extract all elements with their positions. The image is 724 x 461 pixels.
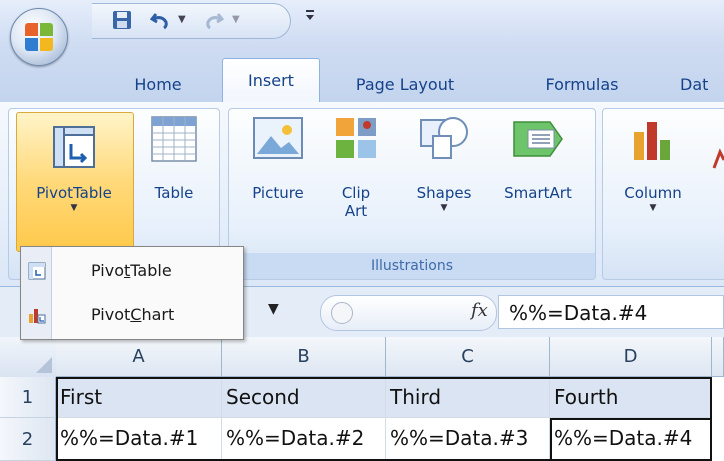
- picture-icon: [253, 117, 303, 159]
- cell-c2[interactable]: %%=Data.#3: [386, 418, 550, 461]
- column-header-d[interactable]: D: [550, 337, 712, 377]
- select-all-corner[interactable]: [0, 337, 57, 378]
- illustrations-group-label: Illustrations: [229, 253, 595, 279]
- formula-cancel-icon[interactable]: [331, 302, 353, 324]
- title-bar: ▼ ▼: [0, 0, 724, 44]
- column-dropdown-icon: ▼: [649, 203, 657, 213]
- smartart-icon: [513, 121, 563, 157]
- picture-label: Picture: [252, 184, 304, 202]
- clip-art-label-2: Art: [344, 202, 368, 220]
- picture-button[interactable]: Picture: [238, 114, 318, 202]
- column-chart-icon: [634, 122, 670, 160]
- shapes-dropdown-icon: ▼: [440, 203, 448, 213]
- shapes-icon: [420, 117, 468, 159]
- pivottable-icon: [53, 126, 95, 168]
- column-header-b[interactable]: B: [222, 337, 386, 377]
- tab-insert[interactable]: Insert: [222, 58, 320, 103]
- active-cell-border: [550, 418, 712, 461]
- column-header-a[interactable]: A: [56, 337, 222, 377]
- pivottable-label: PivotTable: [36, 184, 112, 202]
- cell-a2[interactable]: %%=Data.#1: [56, 418, 222, 461]
- clip-art-button[interactable]: Clip Art: [326, 114, 386, 220]
- undo-icon[interactable]: [149, 10, 172, 32]
- name-box-dropdown-icon[interactable]: ▼: [268, 301, 279, 317]
- ribbon-tabs: Home Insert Page Layout Formulas Dat: [0, 44, 724, 103]
- shapes-button[interactable]: Shapes ▼: [406, 114, 482, 214]
- table-icon: [151, 116, 197, 162]
- office-button[interactable]: [10, 8, 68, 66]
- table-label: Table: [154, 184, 194, 202]
- table-button[interactable]: Table: [138, 114, 210, 202]
- insert-function-button[interactable]: fx: [471, 300, 488, 321]
- column-chart-button[interactable]: Column ▼: [608, 114, 698, 214]
- cell-c1[interactable]: Third: [386, 377, 550, 418]
- line-chart-icon-partial[interactable]: [712, 140, 724, 180]
- formula-controls: fx: [320, 295, 497, 331]
- undo-dropdown-icon[interactable]: ▼: [178, 14, 186, 25]
- column-label: Column: [624, 184, 682, 202]
- save-icon[interactable]: [112, 10, 132, 32]
- pivottable-dropdown-menu: PivotTable PivotChart: [20, 246, 244, 340]
- office-logo-icon: [25, 23, 53, 51]
- cell-a1[interactable]: First: [56, 377, 222, 418]
- cell-d1[interactable]: Fourth: [550, 377, 712, 418]
- shapes-label: Shapes: [416, 184, 472, 202]
- menu-item-pivotchart[interactable]: PivotChart: [21, 297, 243, 333]
- menu-item-pivotchart-label: PivotChart: [91, 305, 175, 324]
- tab-formulas[interactable]: Formulas: [522, 68, 642, 102]
- tab-home[interactable]: Home: [118, 68, 198, 102]
- pivottable-dropdown-icon: ▼: [70, 203, 78, 213]
- column-header-e-partial[interactable]: [712, 337, 724, 377]
- menu-item-pivottable-label: PivotTable: [91, 261, 172, 280]
- tab-page-layout[interactable]: Page Layout: [330, 68, 480, 102]
- menu-item-pivottable[interactable]: PivotTable: [21, 253, 243, 289]
- formula-input[interactable]: %%=Data.#4: [498, 295, 724, 329]
- smartart-button[interactable]: SmartArt: [490, 114, 586, 202]
- quick-access-toolbar: ▼ ▼: [92, 3, 291, 39]
- cell-b2[interactable]: %%=Data.#2: [222, 418, 386, 461]
- row-header-1[interactable]: 1: [0, 377, 56, 418]
- clip-art-icon: [336, 118, 376, 158]
- customize-qat-icon[interactable]: [304, 6, 316, 26]
- pivottable-button-content[interactable]: PivotTable ▼: [22, 122, 126, 242]
- worksheet-grid: A B C D 1 2 First Second Third Fourth %%…: [0, 337, 724, 461]
- tab-data[interactable]: Dat: [680, 68, 724, 102]
- smartart-label: SmartArt: [504, 184, 572, 202]
- redo-dropdown-icon[interactable]: ▼: [232, 14, 240, 25]
- clip-art-label-1: Clip: [341, 184, 371, 202]
- pivottable-small-icon: [28, 262, 46, 280]
- redo-icon[interactable]: [202, 10, 225, 32]
- pivotchart-small-icon: [28, 306, 46, 324]
- cell-b1[interactable]: Second: [222, 377, 386, 418]
- row-header-2[interactable]: 2: [0, 418, 56, 461]
- column-header-c[interactable]: C: [386, 337, 550, 377]
